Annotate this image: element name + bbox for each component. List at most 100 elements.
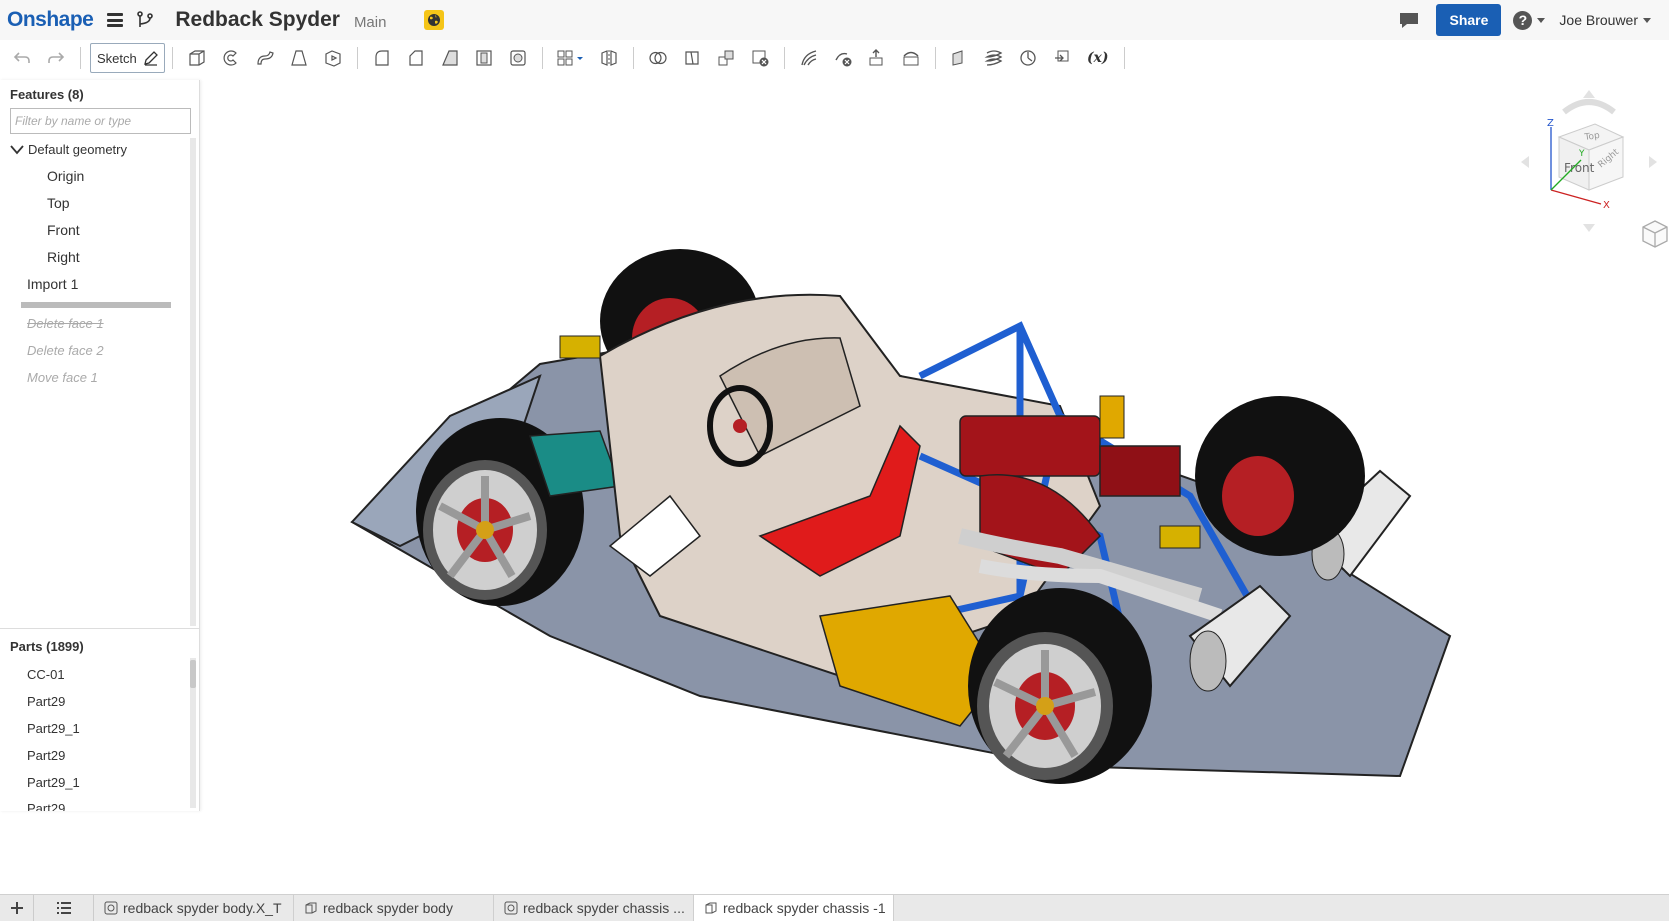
feature-filter-input[interactable] — [10, 108, 191, 134]
feature-front-plane[interactable]: Front — [47, 222, 80, 238]
part-studio-icon — [305, 902, 317, 914]
part-item[interactable]: CC-01 — [27, 667, 65, 682]
part-item[interactable]: Part29_1 — [27, 721, 80, 736]
tab-list-icon[interactable] — [34, 895, 94, 921]
draft-icon[interactable] — [436, 44, 464, 72]
tab-bar: redback spyder body.X_T redback spyder b… — [0, 894, 1669, 921]
tab-label: redback spyder body.X_T — [123, 900, 282, 916]
add-tab-icon[interactable] — [0, 895, 34, 921]
part-studio-import-icon — [104, 901, 118, 915]
toolbar-separator — [934, 47, 936, 69]
tab-redback-spyder-body-xt[interactable]: redback spyder body.X_T — [94, 895, 294, 921]
helix-icon[interactable] — [980, 44, 1008, 72]
help-menu[interactable]: ? — [1513, 10, 1546, 30]
plane-icon[interactable] — [946, 44, 974, 72]
loft-icon[interactable] — [285, 44, 313, 72]
part-studio-import-icon — [504, 901, 518, 915]
features-header: Features (8) — [10, 87, 84, 102]
part-studio-icon — [705, 902, 717, 914]
document-title[interactable]: Redback Spyder — [175, 8, 340, 32]
user-menu[interactable]: Joe Brouwer — [1559, 12, 1651, 28]
mate-connector-icon[interactable] — [1014, 44, 1042, 72]
axis-z-label: Z — [1547, 118, 1554, 129]
part-item[interactable]: Part29 — [27, 802, 65, 811]
top-bar-right: Share ? Joe Brouwer — [1398, 0, 1669, 40]
tab-redback-spyder-body[interactable]: redback spyder body — [294, 895, 494, 921]
fillet-icon[interactable] — [368, 44, 396, 72]
workspace-name[interactable]: Main — [354, 14, 387, 31]
tab-label: redback spyder chassis ... — [523, 900, 685, 916]
feature-move-face-1[interactable]: Move face 1 — [27, 370, 98, 385]
parts-scroll-thumb[interactable] — [190, 660, 196, 688]
modify-fillet-icon[interactable] — [795, 44, 823, 72]
part-item[interactable]: Part29 — [27, 694, 65, 709]
part-item[interactable]: Part29 — [27, 748, 65, 763]
transform-icon[interactable] — [712, 44, 740, 72]
default-geometry-folder[interactable]: Default geometry — [10, 142, 127, 157]
parts-header: Parts (1899) — [10, 639, 84, 654]
help-icon: ? — [1513, 10, 1533, 30]
toolbar-separator — [1123, 47, 1125, 69]
default-geometry-label: Default geometry — [28, 142, 127, 157]
rollback-bar[interactable] — [21, 302, 171, 308]
sketch-button[interactable]: Sketch — [90, 43, 165, 73]
toolbar-separator — [541, 47, 543, 69]
feature-top-plane[interactable]: Top — [47, 195, 70, 211]
chevron-down-icon — [10, 144, 24, 154]
move-face-icon[interactable] — [863, 44, 891, 72]
feature-delete-face-2[interactable]: Delete face 2 — [27, 343, 104, 358]
delete-part-icon[interactable] — [746, 44, 774, 72]
top-bar: Onshape Redback Spyder Main Share ? Joe … — [0, 0, 1669, 40]
thicken-icon[interactable] — [319, 44, 347, 72]
toolbar-separator — [80, 47, 81, 69]
feature-list-scrollbar[interactable] — [190, 138, 196, 626]
globe-icon — [428, 14, 441, 26]
car-model-render[interactable] — [200, 76, 1669, 894]
part-item[interactable]: Part29_1 — [27, 775, 80, 790]
share-button[interactable]: Share — [1436, 4, 1502, 36]
undo-icon[interactable] — [8, 44, 36, 72]
chevron-down-icon — [1643, 17, 1651, 23]
chamfer-icon[interactable] — [402, 44, 430, 72]
revolve-icon[interactable] — [217, 44, 245, 72]
hamburger-menu-icon[interactable] — [107, 13, 124, 27]
toolbar-separator — [356, 47, 358, 69]
wheel-front-right — [968, 588, 1152, 784]
feature-toolbar: Sketch (x) — [0, 40, 1669, 76]
tab-redback-spyder-chassis-1[interactable]: redback spyder chassis -1 — [694, 895, 894, 921]
replace-face-icon[interactable] — [897, 44, 925, 72]
variable-icon[interactable]: (x) — [1082, 44, 1114, 72]
delete-face-icon[interactable] — [829, 44, 857, 72]
rib-icon[interactable] — [470, 44, 498, 72]
feature-right-plane[interactable]: Right — [47, 249, 80, 265]
public-globe-icon[interactable] — [424, 10, 445, 30]
mirror-icon[interactable] — [595, 44, 623, 72]
version-graph-icon[interactable] — [135, 10, 155, 30]
feature-origin[interactable]: Origin — [47, 168, 84, 184]
panel-divider[interactable] — [0, 628, 199, 629]
sweep-icon[interactable] — [251, 44, 279, 72]
extrude-icon[interactable] — [183, 44, 211, 72]
feature-delete-face-1[interactable]: Delete face 1 — [27, 316, 104, 331]
tab-redback-spyder-chassis-import[interactable]: redback spyder chassis ... — [494, 895, 694, 921]
shell-icon[interactable] — [504, 44, 532, 72]
comment-icon[interactable] — [1398, 10, 1420, 30]
axis-y-label: Y — [1578, 149, 1585, 159]
pencil-icon — [143, 51, 158, 66]
import-icon[interactable] — [1048, 44, 1076, 72]
rotate-arrow-icon[interactable] — [1562, 99, 1616, 115]
pattern-icon[interactable] — [553, 44, 589, 72]
boolean-icon[interactable] — [644, 44, 672, 72]
feature-import-1[interactable]: Import 1 — [27, 276, 78, 292]
split-icon[interactable] — [678, 44, 706, 72]
graphics-viewport[interactable]: Top Front Right Z X Y — [200, 76, 1669, 894]
view-options-icon[interactable] — [1641, 218, 1669, 248]
user-name: Joe Brouwer — [1559, 12, 1638, 28]
feature-list-panel: Features (8) Default geometry Origin Top… — [0, 80, 200, 811]
tab-label: redback spyder chassis -1 — [723, 900, 886, 916]
redo-icon[interactable] — [42, 44, 70, 72]
toolbar-separator — [171, 47, 173, 69]
toolbar-separator — [783, 47, 785, 69]
onshape-logo[interactable]: Onshape — [7, 8, 94, 32]
chevron-down-icon — [1537, 17, 1546, 23]
